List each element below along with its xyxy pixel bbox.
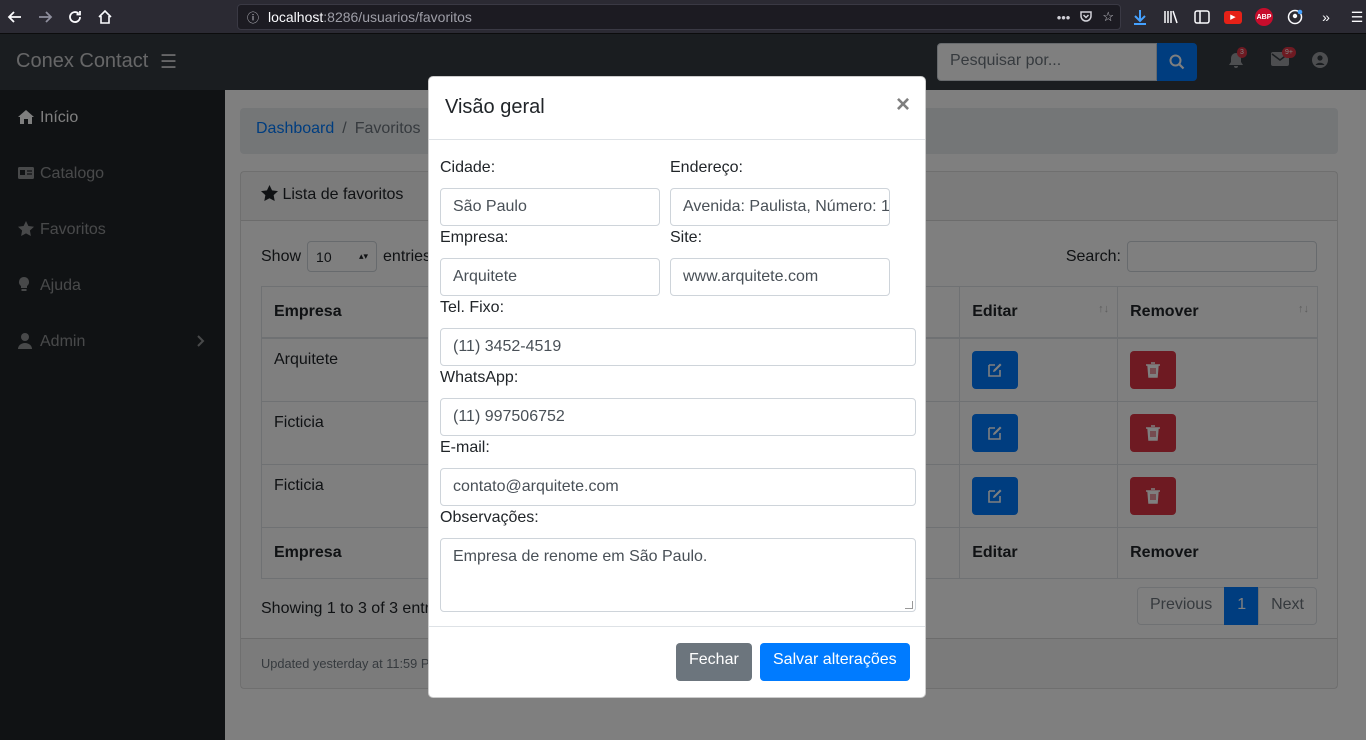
pocket-icon[interactable] (1079, 9, 1093, 26)
adblock-glyph: ABP (1255, 8, 1273, 26)
email-field[interactable]: contato@arquitete.com (440, 468, 916, 506)
endereco-label: Endereço: (670, 159, 743, 176)
forward-icon[interactable] (30, 0, 60, 34)
youtube-glyph: ▶ (1224, 10, 1242, 24)
site-field[interactable]: www.arquitete.com (670, 258, 890, 296)
menu-icon[interactable]: ☰ (1347, 7, 1366, 27)
close-button[interactable]: Fechar (676, 643, 752, 681)
url-path: :8286/usuarios/favoritos (323, 9, 472, 25)
back-icon[interactable] (0, 0, 30, 34)
bookmark-star-icon[interactable]: ☆ (1102, 9, 1114, 25)
tel-fixo-label: Tel. Fixo: (440, 299, 505, 316)
info-icon[interactable]: ⓘ (238, 9, 268, 26)
tel-fixo-field[interactable]: (11) 3452-4519 (440, 328, 916, 366)
url-text: localhost:8286/usuarios/favoritos (268, 9, 472, 25)
download-icon[interactable] (1130, 7, 1150, 27)
modal-footer: Fechar Salvar alterações (429, 626, 925, 697)
empresa-label: Empresa: (440, 229, 509, 246)
email-label: E-mail: (440, 439, 490, 456)
home-icon[interactable] (90, 0, 120, 34)
endereco-field[interactable]: Avenida: Paulista, Número: 1000 (670, 188, 890, 226)
url-host: localhost (268, 9, 324, 25)
observacoes-textarea[interactable]: Empresa de renome em São Paulo. (440, 538, 916, 612)
overview-modal: Visão geral × Cidade: São Paulo Endereço… (428, 76, 926, 698)
youtube-extension-icon[interactable]: ▶ (1223, 7, 1243, 27)
whatsapp-field[interactable]: (11) 997506752 (440, 398, 916, 436)
observacoes-text: Empresa de renome em São Paulo. (453, 548, 708, 565)
cidade-field[interactable]: São Paulo (440, 188, 660, 226)
modal-header: Visão geral × (429, 77, 925, 140)
browser-toolbar: ⓘ localhost:8286/usuarios/favoritos ••• … (0, 0, 1366, 34)
sidebar-toggle-icon[interactable] (1192, 7, 1212, 27)
url-bar[interactable]: ⓘ localhost:8286/usuarios/favoritos ••• … (237, 4, 1121, 30)
modal-title: Visão geral (445, 96, 545, 118)
adblock-icon[interactable]: ABP (1254, 7, 1274, 27)
page-actions-icon[interactable]: ••• (1057, 10, 1071, 25)
site-label: Site: (670, 229, 703, 246)
observacoes-label: Observações: (440, 509, 539, 526)
library-icon[interactable] (1161, 7, 1181, 27)
account-extension-icon[interactable] (1285, 7, 1305, 27)
resize-handle-icon[interactable] (905, 601, 913, 609)
whatsapp-label: WhatsApp: (440, 369, 519, 386)
cidade-label: Cidade: (440, 159, 496, 176)
close-icon[interactable]: × (896, 91, 910, 119)
save-button[interactable]: Salvar alterações (760, 643, 910, 681)
empresa-field[interactable]: Arquitete (440, 258, 660, 296)
overflow-chevron-icon[interactable]: » (1316, 7, 1336, 27)
reload-icon[interactable] (60, 0, 90, 34)
